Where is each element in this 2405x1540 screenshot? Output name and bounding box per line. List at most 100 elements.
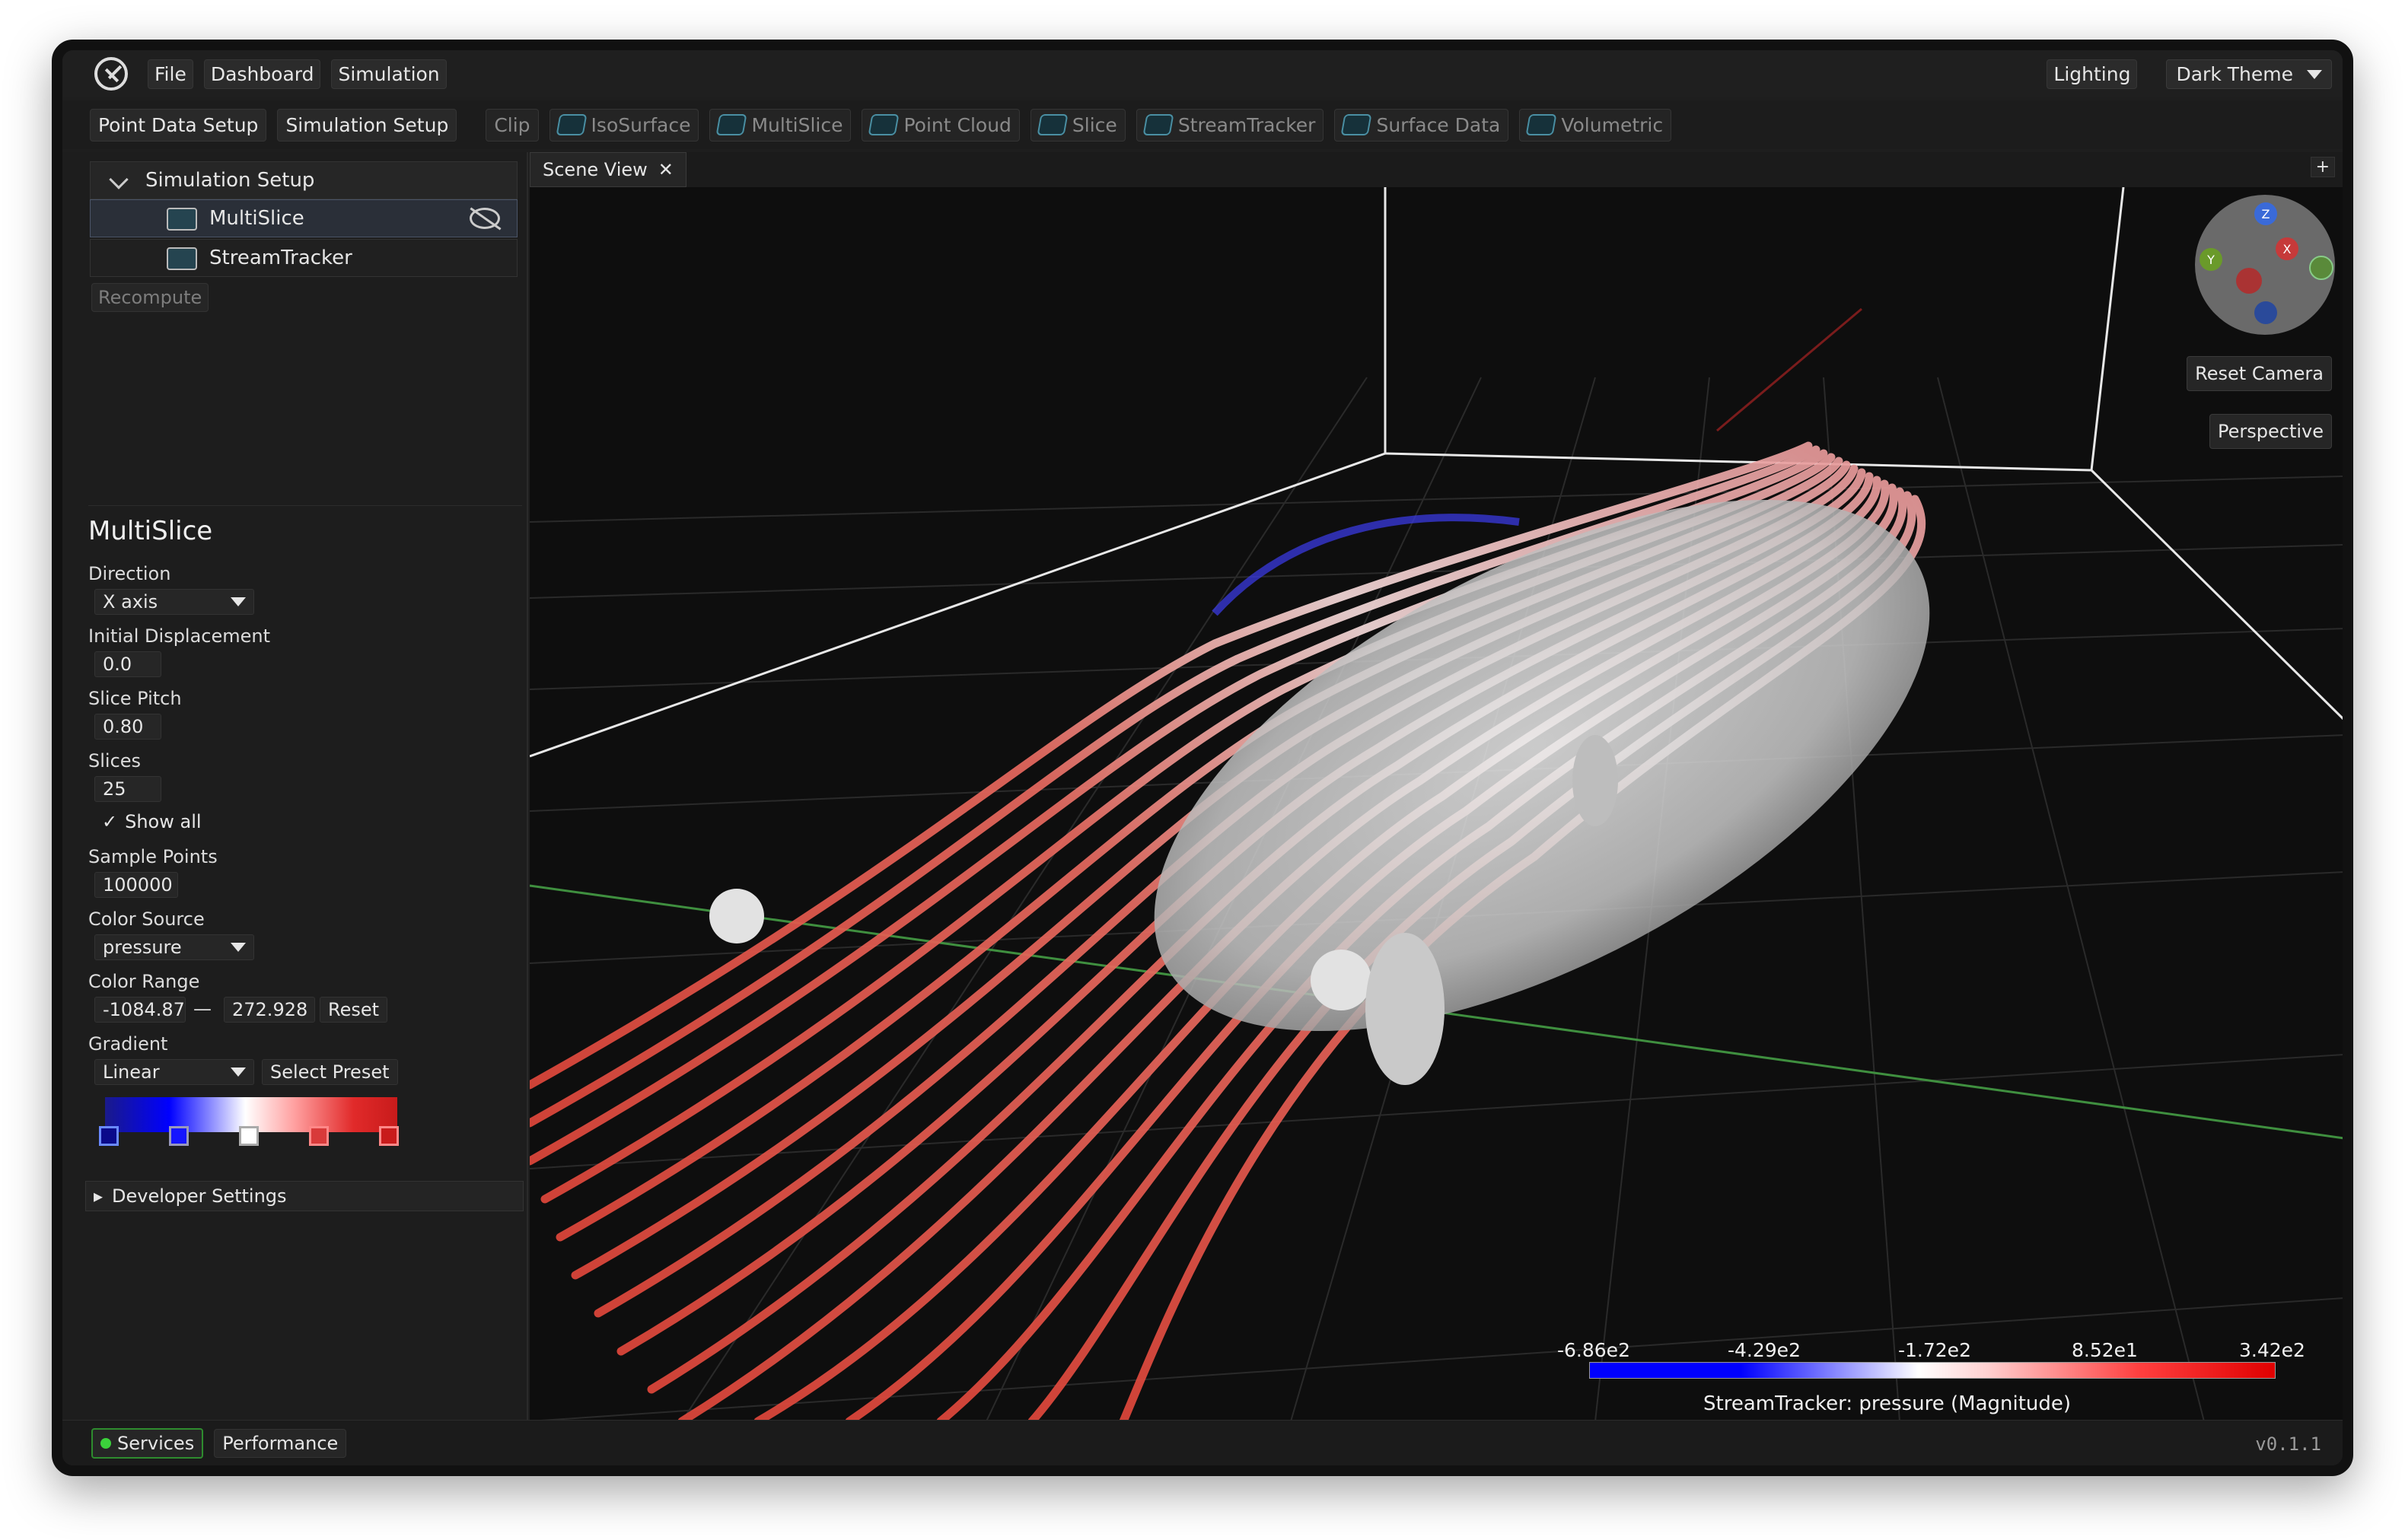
- displacement-input[interactable]: 0.0: [94, 651, 161, 677]
- status-bar: Services Performance v0.1.1: [62, 1420, 2343, 1465]
- x-axis-line: [1716, 307, 1862, 432]
- point-data-setup-button[interactable]: Point Data Setup: [90, 108, 267, 142]
- triangle-right-icon: ▸: [94, 1185, 104, 1207]
- show-all-checkbox[interactable]: ✓ Show all: [102, 811, 202, 832]
- legend-tick: 8.52e1: [2072, 1339, 2138, 1361]
- streamtracker-icon: [1142, 114, 1174, 135]
- streamtracker-button[interactable]: StreamTracker: [1136, 108, 1324, 142]
- slice-pitch-label: Slice Pitch: [88, 688, 182, 709]
- orientation-gizmo[interactable]: Z X Y: [2195, 195, 2335, 335]
- sample-points-label: Sample Points: [88, 846, 218, 867]
- status-dot-icon: [100, 1437, 111, 1449]
- slice-icon: [1037, 114, 1069, 135]
- volumetric-label: Volumetric: [1561, 113, 1664, 136]
- menu-file[interactable]: File: [148, 59, 193, 89]
- add-tab-button[interactable]: +: [2310, 157, 2335, 177]
- direction-value: X axis: [103, 591, 158, 612]
- menu-dashboard[interactable]: Dashboard: [203, 59, 321, 89]
- legend-colorbar: [1589, 1362, 2276, 1379]
- tree-item-streamtracker[interactable]: StreamTracker: [90, 239, 518, 277]
- performance-button[interactable]: Performance: [214, 1428, 347, 1458]
- z-axis-handle[interactable]: Z: [2254, 202, 2277, 225]
- visibility-off-icon[interactable]: [470, 208, 500, 229]
- neg-y-axis-handle[interactable]: [2309, 256, 2333, 280]
- services-button[interactable]: Services: [91, 1427, 204, 1459]
- range-separator: —: [193, 998, 212, 1020]
- gradient-stop-handle[interactable]: [99, 1126, 119, 1146]
- tree-item-label: StreamTracker: [209, 247, 352, 269]
- legend-tick: -4.29e2: [1728, 1339, 1801, 1361]
- car-wheel: [1365, 933, 1445, 1085]
- point-cloud-button[interactable]: Point Cloud: [862, 108, 1020, 142]
- legend-tick: -6.86e2: [1557, 1339, 1630, 1361]
- x-axis-handle[interactable]: X: [2276, 237, 2298, 260]
- gradient-stop-handle[interactable]: [379, 1126, 399, 1146]
- gradient-stop-handle[interactable]: [239, 1126, 259, 1146]
- developer-settings-toggle[interactable]: ▸ Developer Settings: [85, 1181, 524, 1211]
- clip-label: Clip: [494, 113, 530, 136]
- simulation-setup-button[interactable]: Simulation Setup: [277, 108, 457, 142]
- color-source-select[interactable]: pressure: [94, 934, 254, 960]
- tab-label: Scene View: [543, 159, 648, 180]
- gradient-stop-handle[interactable]: [309, 1126, 329, 1146]
- streamtracker-label: StreamTracker: [1177, 113, 1316, 136]
- sample-points-input[interactable]: 100000: [94, 872, 178, 898]
- y-axis-handle[interactable]: Y: [2200, 248, 2222, 271]
- perspective-button[interactable]: Perspective: [2209, 414, 2332, 449]
- volumetric-icon: [1525, 114, 1557, 135]
- isosurface-label: IsoSurface: [591, 113, 691, 136]
- close-icon[interactable]: ✕: [658, 159, 674, 180]
- multislice-label: MultiSlice: [751, 113, 843, 136]
- streamtracker-icon: [167, 247, 197, 270]
- lighting-button[interactable]: Lighting: [2047, 59, 2138, 89]
- toolbar: Point Data Setup Simulation Setup Clip I…: [62, 100, 2343, 149]
- tree-item-multislice[interactable]: MultiSlice: [90, 199, 518, 237]
- theme-value: Dark Theme: [2176, 63, 2293, 85]
- scene-viewport[interactable]: Z X Y Reset Camera Perspective -6.86e2 -…: [530, 187, 2343, 1420]
- displacement-label: Initial Displacement: [88, 625, 271, 647]
- app-logo-icon: [94, 57, 128, 91]
- multislice-button[interactable]: MultiSlice: [709, 108, 852, 142]
- surface-data-button[interactable]: Surface Data: [1334, 108, 1509, 142]
- surface-data-label: Surface Data: [1376, 113, 1501, 136]
- chevron-down-icon: [231, 1068, 246, 1077]
- mirror-sphere: [709, 889, 764, 943]
- volumetric-button[interactable]: Volumetric: [1519, 108, 1672, 142]
- select-preset-button[interactable]: Select Preset: [262, 1059, 398, 1085]
- services-label: Services: [117, 1432, 195, 1454]
- chevron-down-icon: [231, 597, 246, 606]
- point-cloud-label: Point Cloud: [903, 113, 1011, 136]
- theme-select[interactable]: Dark Theme: [2166, 59, 2332, 89]
- slice-pitch-input[interactable]: 0.80: [94, 714, 161, 740]
- tree-item-label: MultiSlice: [209, 207, 304, 230]
- surface-data-icon: [1340, 114, 1372, 135]
- tree-header-simulation-setup[interactable]: Simulation Setup: [90, 161, 518, 199]
- menu-bar: File Dashboard Simulation Lighting Dark …: [62, 50, 2343, 97]
- slices-input[interactable]: 25: [94, 776, 161, 802]
- chevron-down-icon: [2307, 69, 2322, 79]
- gradient-select[interactable]: Linear: [94, 1059, 254, 1085]
- gradient-label: Gradient: [88, 1033, 168, 1055]
- neg-x-axis-handle[interactable]: [2236, 268, 2262, 294]
- multislice-icon: [167, 208, 197, 231]
- neg-z-axis-handle[interactable]: [2254, 301, 2277, 324]
- recompute-button[interactable]: Recompute: [91, 283, 209, 312]
- gradient-value: Linear: [103, 1061, 160, 1083]
- range-min-input[interactable]: -1084.87: [94, 997, 186, 1023]
- sidebar: Simulation Setup MultiSlice StreamTracke…: [62, 152, 528, 1420]
- range-max-input[interactable]: 272.928: [224, 997, 315, 1023]
- legend-title: StreamTracker: pressure (Magnitude): [1703, 1392, 2072, 1415]
- isosurface-button[interactable]: IsoSurface: [549, 108, 699, 142]
- gradient-stop-handle[interactable]: [169, 1126, 189, 1146]
- range-reset-button[interactable]: Reset: [320, 997, 388, 1023]
- tab-scene-view[interactable]: Scene View ✕: [530, 152, 686, 187]
- clip-button[interactable]: Clip: [486, 108, 539, 142]
- scene-canvas: [530, 187, 2343, 1420]
- menu-simulation[interactable]: Simulation: [331, 59, 447, 89]
- reset-camera-button[interactable]: Reset Camera: [2187, 356, 2332, 391]
- color-range-label: Color Range: [88, 971, 200, 992]
- direction-select[interactable]: X axis: [94, 589, 254, 615]
- tree-header-label: Simulation Setup: [145, 169, 315, 192]
- slice-button[interactable]: Slice: [1030, 108, 1126, 142]
- checkmark-icon: ✓: [102, 811, 118, 832]
